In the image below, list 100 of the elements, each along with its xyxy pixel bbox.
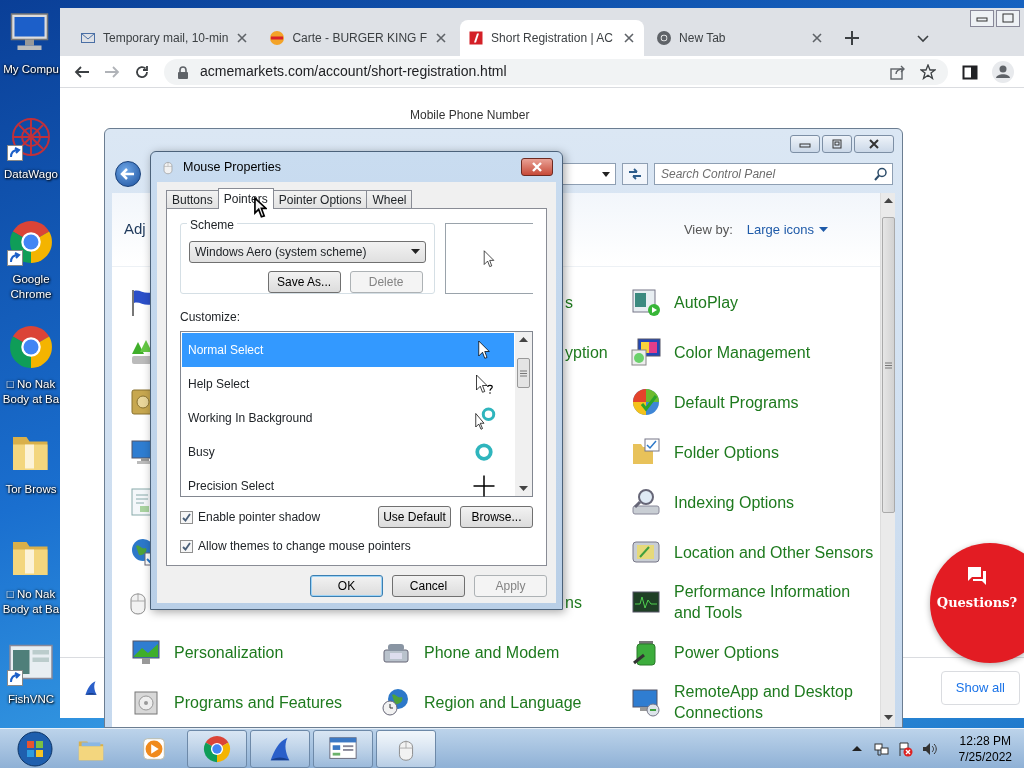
scrollbar[interactable]: [515, 332, 532, 496]
close-icon: [434, 31, 449, 45]
search-field[interactable]: Search Control Panel: [654, 163, 893, 185]
document-icon: [130, 486, 150, 518]
browser-tab[interactable]: New Tab: [648, 20, 833, 56]
back-icon: [74, 63, 90, 80]
reload-icon: [134, 63, 150, 80]
control-panel-item[interactable]: Color Management: [630, 327, 880, 377]
taskbar-app-button[interactable]: [376, 729, 436, 768]
share-icon: [890, 63, 906, 80]
desktop-icon-label[interactable]: □ No Nak Body at Ba: [2, 377, 60, 407]
envelope-icon: [80, 30, 96, 46]
back-arrow-icon: [120, 166, 136, 182]
check-icon: [182, 512, 191, 522]
control-panel-item[interactable]: s: [565, 291, 573, 313]
magnifier-icon: [630, 486, 662, 518]
safe-icon: [130, 386, 150, 418]
view-by-dropdown[interactable]: Large icons: [746, 219, 828, 240]
desktop-icon-label[interactable]: □ No Nak Body at Ba: [2, 587, 60, 617]
control-panel-item[interactable]: Indexing Options: [630, 477, 880, 527]
desktop-icon-label[interactable]: Google Chrome: [10, 272, 52, 302]
control-panel-item[interactable]: Phone and Modem: [380, 627, 630, 677]
browser-tab[interactable]: Short Registration | AC: [460, 20, 645, 56]
page-heading: Adj: [124, 219, 146, 240]
play-icon: [630, 286, 662, 318]
clock-date: 7/25/2022: [958, 748, 1012, 765]
refresh-button[interactable]: [622, 163, 648, 185]
taskbar-app-button[interactable]: [187, 729, 247, 768]
minimize-icon: [970, 10, 994, 27]
caret-icon: [410, 249, 420, 255]
pointer-list-item[interactable]: Busy: [182, 435, 514, 469]
flag-icon: [896, 740, 913, 757]
minimize-button[interactable]: [790, 135, 820, 153]
desktop-icon-label[interactable]: Tor Brows: [5, 482, 57, 497]
grip-icon: [884, 361, 892, 369]
control-panel-item[interactable]: AutoPlay: [630, 277, 880, 327]
globe-icon: [630, 386, 662, 418]
search-icon: [873, 167, 887, 181]
save-as-button[interactable]: Save As...: [267, 271, 341, 293]
control-panel-item[interactable]: Location and Other Sensors: [630, 527, 880, 577]
caret-icon: [819, 226, 828, 233]
dialog-tab[interactable]: Wheel: [366, 190, 413, 208]
control-panel-item[interactable]: Personalization: [130, 627, 380, 677]
side-panel-icon: [962, 63, 978, 80]
control-panel-item[interactable]: ns: [565, 591, 582, 613]
pointer-list-item[interactable]: Normal Select: [182, 333, 514, 367]
address-bar[interactable]: acmemarkets.com/account/short-registration.html: [164, 58, 948, 85]
ok-button[interactable]: OK: [310, 575, 383, 597]
scheme-dropdown[interactable]: Windows Aero (system scheme): [189, 241, 426, 263]
maximize-button[interactable]: [822, 135, 852, 153]
control-panel-item[interactable]: Programs and Features: [130, 677, 380, 727]
scroll-down-icon: [519, 486, 528, 492]
browse-button[interactable]: Browse...: [460, 506, 533, 528]
checkbox[interactable]: [180, 539, 193, 553]
pointer-list-item[interactable]: Precision Select: [182, 469, 514, 503]
desktop-icon-label[interactable]: FishVNC: [8, 692, 54, 707]
burger-icon: [269, 30, 286, 46]
control-panel-item[interactable]: Performance Information and Tools: [630, 577, 880, 627]
close-icon: [622, 31, 637, 45]
desktop-icon-label[interactable]: My Compu: [3, 62, 59, 77]
view-by-label: View by:: [683, 220, 733, 239]
close-icon: [235, 31, 250, 45]
show-all-button[interactable]: Show all: [940, 671, 1020, 705]
address-field[interactable]: [560, 163, 616, 185]
customize-label: Customize:: [180, 309, 242, 326]
desktop-icon-label[interactable]: DataWago: [4, 167, 58, 182]
dialog-tab[interactable]: Pointer Options: [272, 190, 368, 208]
checkbox[interactable]: [180, 510, 193, 524]
use-default-button[interactable]: Use Default: [378, 506, 451, 528]
control-panel-item[interactable]: Default Programs: [630, 377, 880, 427]
control-panel-item[interactable]: Power Options: [630, 627, 880, 677]
grip-icon: [520, 369, 527, 377]
control-panel-item[interactable]: yption: [565, 341, 608, 363]
control-panel-item[interactable]: RemoteApp and Desktop Connections: [630, 677, 880, 727]
refresh-icon: [627, 167, 643, 181]
pointer-list-item[interactable]: Working In Background: [182, 401, 514, 435]
dialog-tab[interactable]: Buttons: [166, 190, 219, 208]
close-icon: [866, 137, 882, 151]
browser-tab[interactable]: Carte - BURGER KING F: [261, 20, 457, 56]
pointer-list-item[interactable]: Help Select: [182, 367, 514, 401]
cancel-button[interactable]: Cancel: [392, 575, 465, 597]
back-button[interactable]: [115, 161, 141, 187]
close-button[interactable]: [521, 158, 553, 176]
dialog-title: Mouse Properties: [183, 158, 281, 176]
busy-cursor-icon: [472, 406, 496, 430]
new-tab-icon: [844, 30, 861, 46]
chat-icon: [966, 565, 988, 587]
close-icon: [810, 31, 825, 45]
scroll-up-icon: [883, 197, 893, 203]
taskbar-app-button[interactable]: [250, 729, 310, 768]
checkbox-label: Allow themes to change mouse pointers: [198, 538, 411, 555]
control-panel-item[interactable]: Region and Language: [380, 677, 630, 727]
browser-tab[interactable]: Temporary mail, 10-min: [72, 20, 258, 56]
taskbar-app-button[interactable]: [313, 729, 373, 768]
close-button[interactable]: [854, 135, 894, 153]
control-panel-item[interactable]: Folder Options: [630, 427, 880, 477]
browser-icon: [656, 30, 673, 46]
start-button[interactable]: [15, 729, 55, 768]
scrollbar[interactable]: [880, 193, 895, 727]
profile-icon: [992, 60, 1014, 83]
